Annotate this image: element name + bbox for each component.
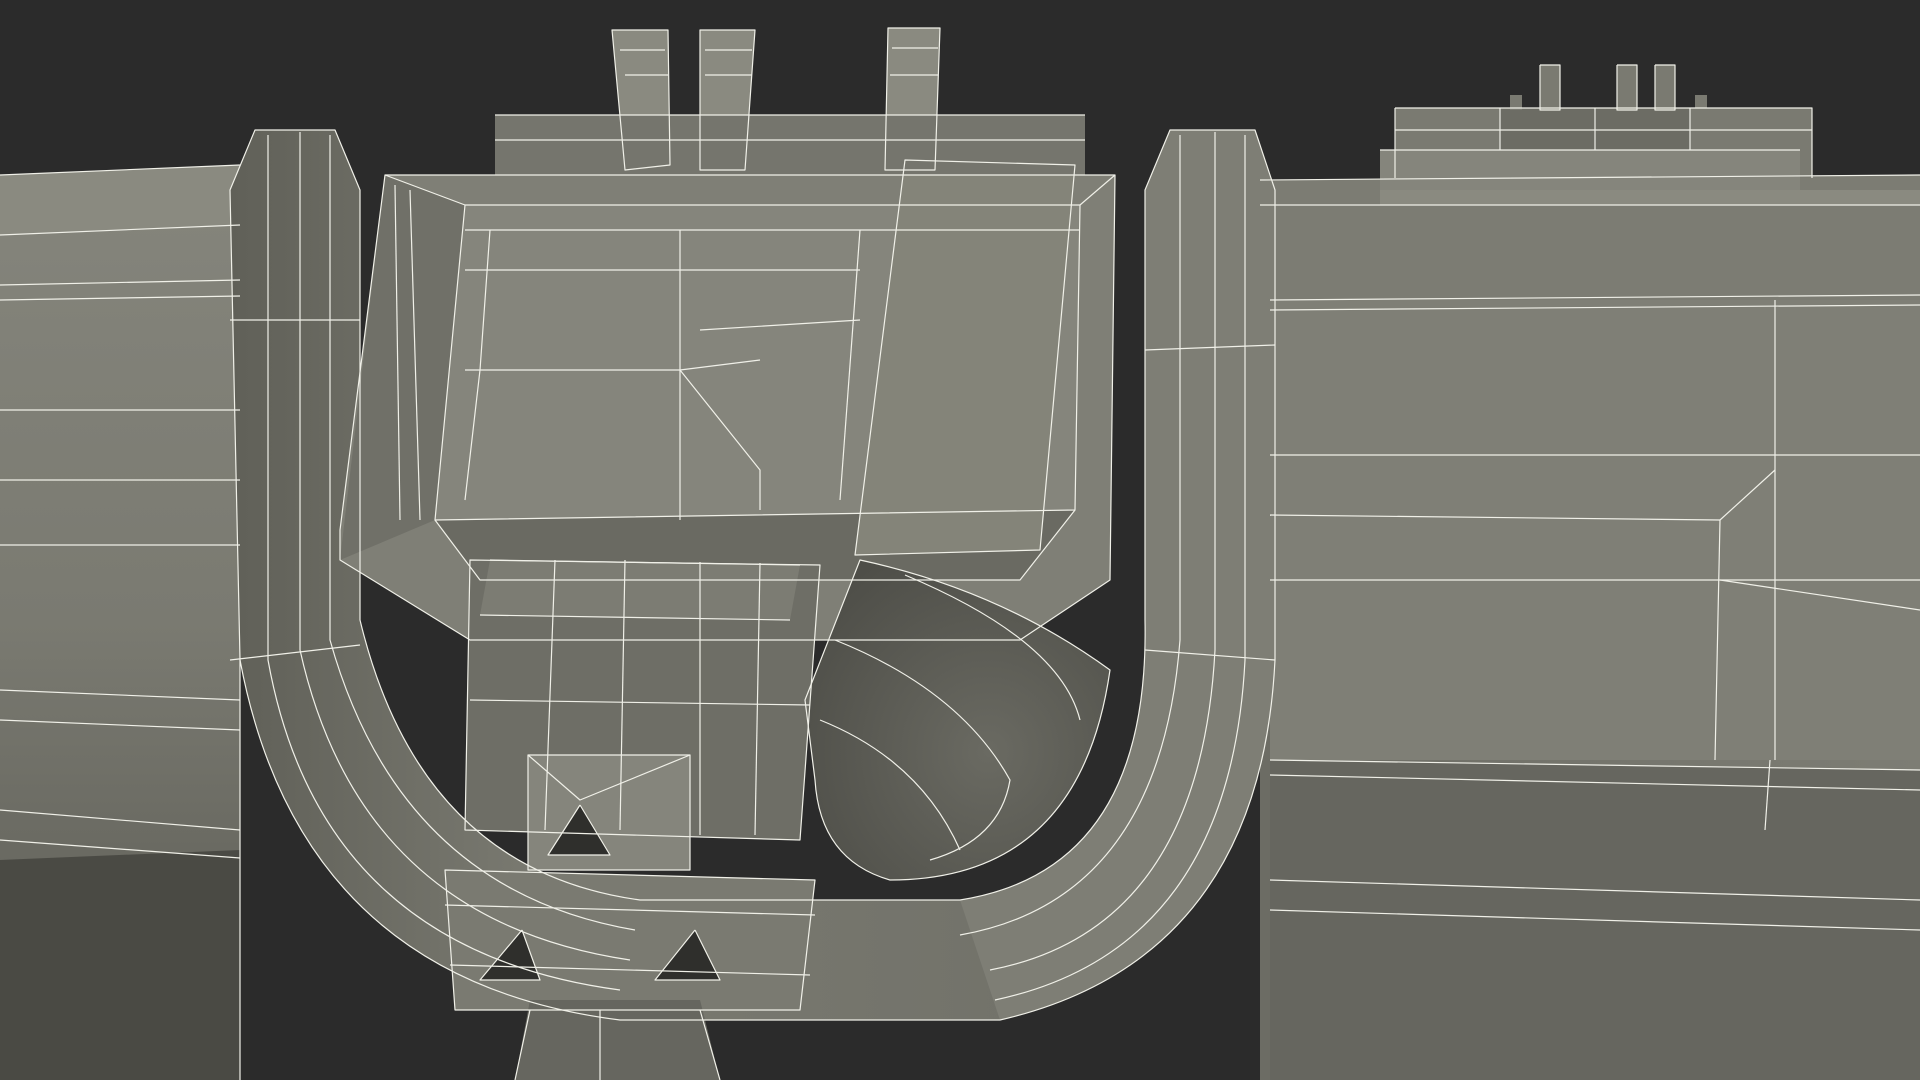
viewport (0, 0, 1920, 1080)
top-rail (1380, 65, 1812, 190)
left-beam (0, 165, 240, 1080)
right-beam (1260, 175, 1920, 1080)
clasp (445, 560, 820, 1080)
top-connectors (495, 28, 1085, 175)
wireframe-render (0, 27, 1920, 1080)
